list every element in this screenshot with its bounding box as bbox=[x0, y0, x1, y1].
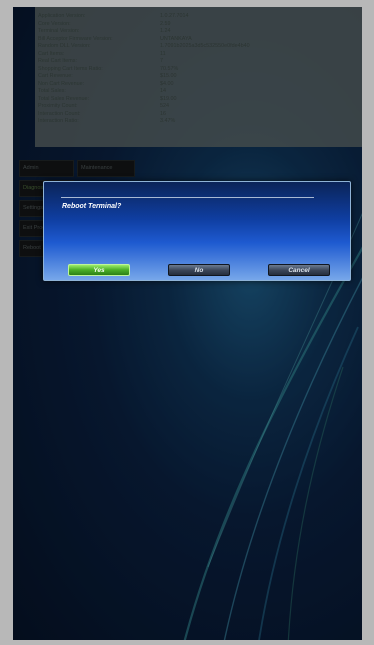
modal-overlay bbox=[0, 0, 374, 645]
cancel-button[interactable]: Cancel bbox=[268, 264, 330, 276]
dialog-divider bbox=[61, 197, 314, 198]
reboot-confirm-dialog: Reboot Terminal? Yes No Cancel bbox=[43, 181, 351, 281]
dialog-message: Reboot Terminal? bbox=[62, 203, 122, 210]
no-button[interactable]: No bbox=[168, 264, 230, 276]
yes-button[interactable]: Yes bbox=[68, 264, 130, 276]
